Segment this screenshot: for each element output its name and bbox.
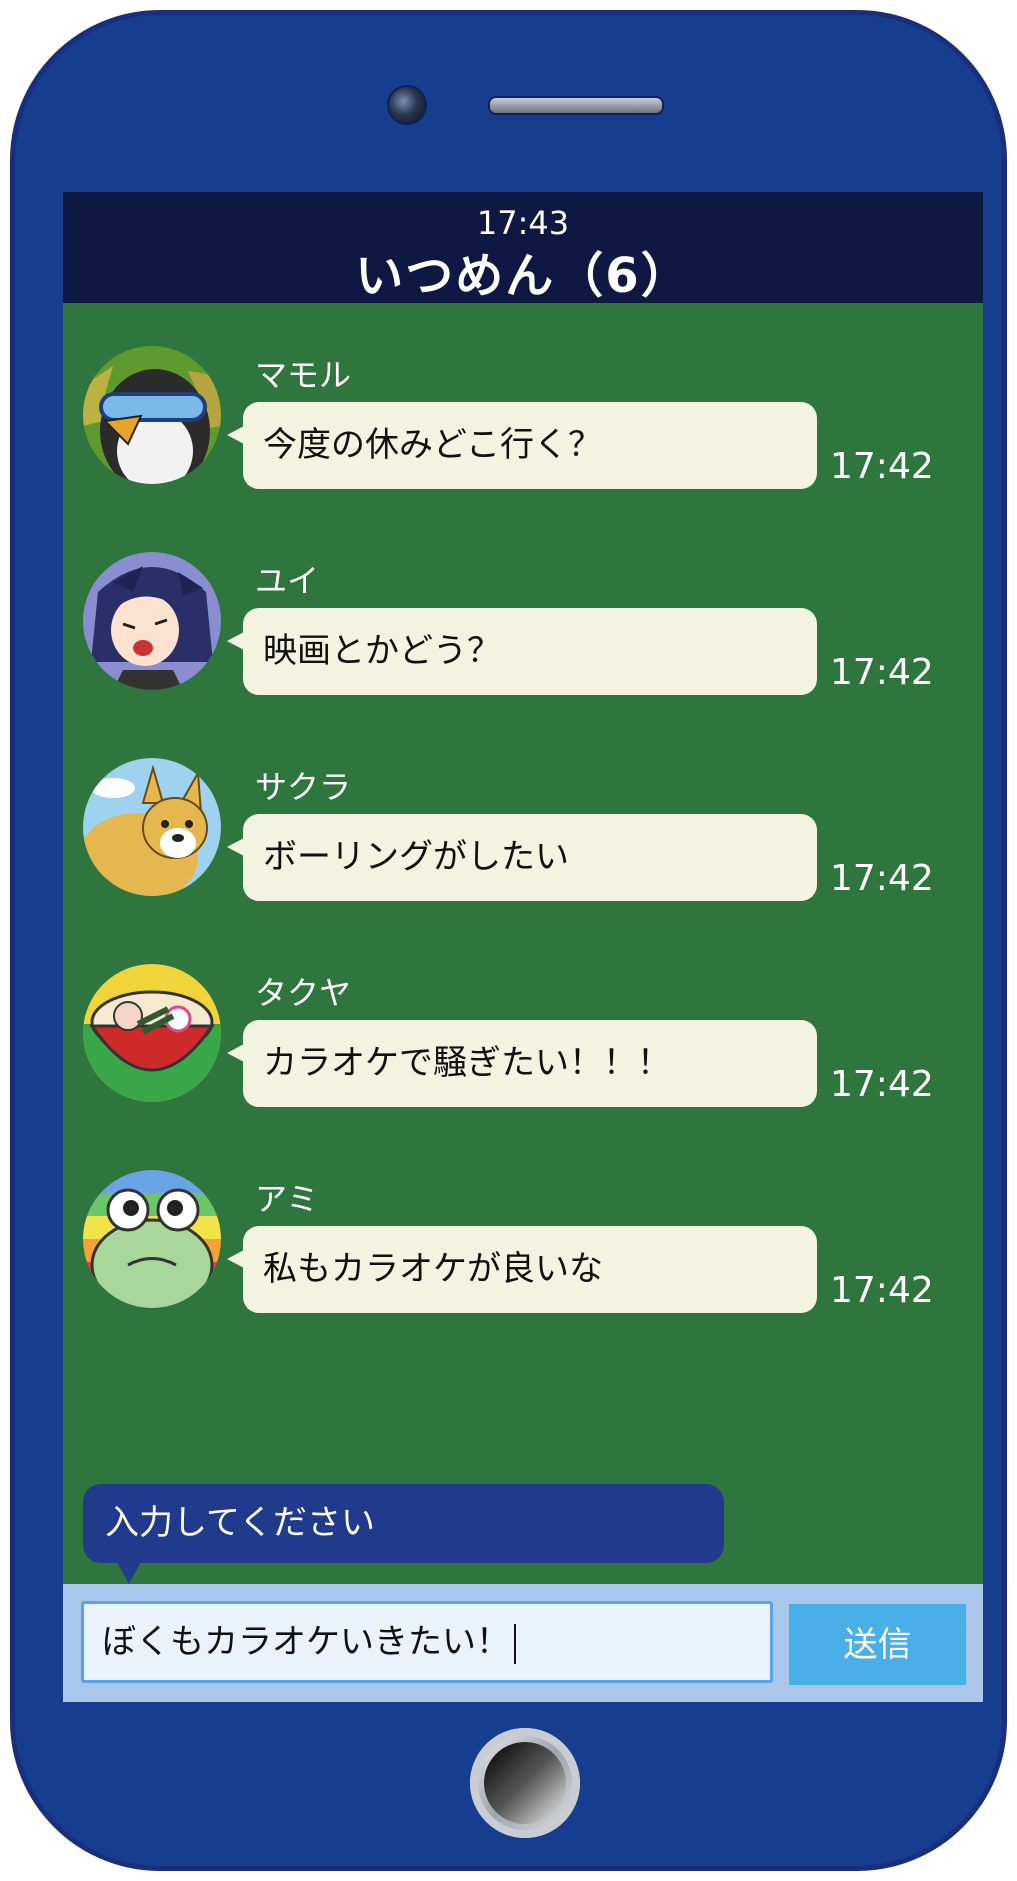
message-time: 17:42 bbox=[830, 1270, 934, 1311]
sender-name: サクラ bbox=[255, 768, 352, 806]
message-bubble: 映画とかどう？ bbox=[227, 608, 817, 695]
message-time: 17:42 bbox=[830, 652, 934, 693]
girl-avatar[interactable] bbox=[83, 552, 221, 690]
sender-name: アミ bbox=[255, 1180, 319, 1218]
ramen-avatar[interactable] bbox=[83, 964, 221, 1102]
penguin-avatar[interactable] bbox=[83, 346, 221, 484]
message-time: 17:42 bbox=[830, 1064, 934, 1105]
message-bubble: カラオケで騒ぎたい！！！ bbox=[227, 1020, 817, 1107]
frog-avatar[interactable] bbox=[83, 1170, 221, 1308]
message-item: マモル 今度の休みどこ行く？ 17:42 bbox=[63, 346, 983, 496]
message-bubble: 私もカラオケが良いな bbox=[227, 1226, 817, 1313]
phone-frame: 17:43 いつめん（6） マモル 今度の休みどこ行く？ 17:42 ユイ 映画… bbox=[10, 10, 1007, 1871]
message-input-text: ぼくもカラオケいきたい！ bbox=[102, 1622, 510, 1662]
message-item: タクヤ カラオケで騒ぎたい！！！ 17:42 bbox=[63, 964, 983, 1114]
chat-header: 17:43 いつめん（6） bbox=[63, 192, 983, 304]
message-bubble: 今度の休みどこ行く？ bbox=[227, 402, 817, 489]
home-button[interactable] bbox=[470, 1728, 580, 1838]
front-camera bbox=[387, 85, 427, 125]
message-bubble: ボーリングがしたい bbox=[227, 814, 817, 901]
corgi-avatar[interactable] bbox=[83, 758, 221, 896]
message-input[interactable]: ぼくもカラオケいきたい！ bbox=[81, 1601, 773, 1683]
text-caret bbox=[514, 1623, 516, 1664]
sender-name: ユイ bbox=[255, 562, 320, 600]
message-time: 17:42 bbox=[830, 446, 934, 487]
input-prompt-tooltip: 入力してください bbox=[83, 1484, 724, 1584]
chat-screen: 17:43 いつめん（6） マモル 今度の休みどこ行く？ 17:42 ユイ 映画… bbox=[63, 192, 983, 1702]
message-item: ユイ 映画とかどう？ 17:42 bbox=[63, 552, 983, 702]
send-button[interactable]: 送信 bbox=[789, 1604, 966, 1685]
message-item: サクラ ボーリングがしたい 17:42 bbox=[63, 758, 983, 908]
earpiece-speaker bbox=[488, 96, 664, 115]
sender-name: タクヤ bbox=[255, 974, 352, 1012]
composer-bar: ぼくもカラオケいきたい！ 送信 bbox=[63, 1584, 983, 1702]
group-title: いつめん（6） bbox=[355, 248, 691, 304]
message-item: アミ 私もカラオケが良いな 17:42 bbox=[63, 1170, 983, 1320]
sender-name: マモル bbox=[255, 356, 352, 394]
message-time: 17:42 bbox=[830, 858, 934, 899]
